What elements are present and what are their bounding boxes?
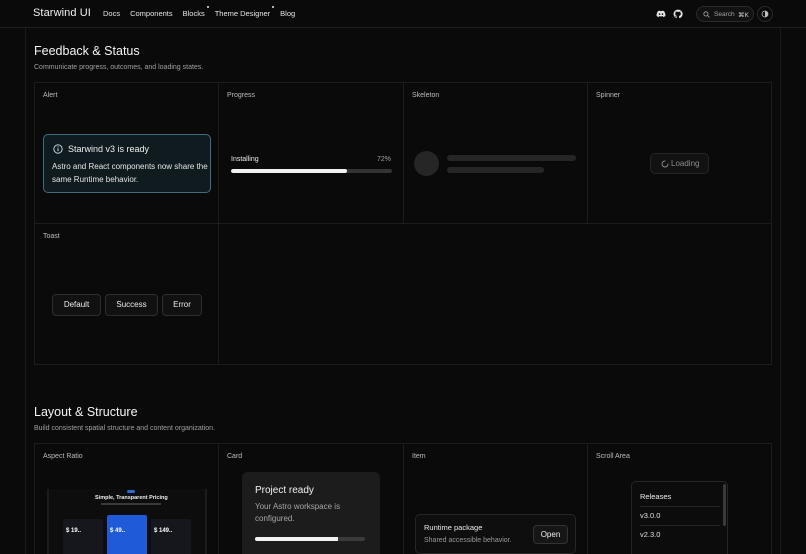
main-nav: Docs Components Blocks Theme Designer Bl… — [103, 6, 305, 18]
loading-button[interactable]: Loading — [650, 153, 709, 174]
nav-docs[interactable]: Docs — [103, 9, 120, 18]
alert-description: Astro and React components now share the… — [52, 162, 208, 184]
scroll-area[interactable]: Releases v3.0.0 v2.3.0 — [631, 481, 728, 554]
feedback-grid: Alert Starwind v3 is ready Astro and Rea… — [34, 82, 772, 365]
toast-default-button[interactable]: Default — [52, 294, 101, 316]
skeleton-line — [447, 167, 544, 173]
section-title-feedback: Feedback & Status — [34, 44, 140, 58]
item-title: Runtime package — [424, 523, 483, 532]
layout-grid: Aspect Ratio Simple, Transparent Pricing… — [34, 443, 772, 554]
card-demo-cell: Card Project ready Your Astro workspace … — [219, 444, 404, 554]
pricing-subtitle-line — [101, 503, 161, 505]
github-icon[interactable] — [673, 9, 683, 19]
skeleton-line — [447, 155, 576, 161]
info-icon — [53, 144, 63, 154]
section-description-layout: Build consistent spatial structure and c… — [34, 425, 215, 432]
scrollbar-thumb[interactable] — [723, 484, 726, 526]
skeleton-avatar — [414, 151, 439, 176]
cell-title: Spinner — [596, 92, 621, 99]
nav-theme-designer-label: Theme Designer — [214, 9, 271, 18]
cell-title: Toast — [43, 233, 60, 240]
progress-demo-cell: Progress Installing 72% — [219, 83, 404, 224]
section-title-layout: Layout & Structure — [34, 405, 138, 419]
nav-docs-label: Docs — [103, 9, 121, 18]
nav-blog[interactable]: Blog — [280, 9, 295, 18]
section-description-feedback: Communicate progress, outcomes, and load… — [34, 64, 204, 71]
open-button[interactable]: Open — [533, 525, 568, 544]
divider — [640, 506, 720, 507]
divider — [640, 525, 720, 526]
card-progress-fill — [255, 537, 338, 541]
pricing-plan-card: $ 149.. — [151, 519, 191, 554]
search-shortcut: ⌘K — [738, 12, 749, 19]
progress-fill — [231, 169, 347, 173]
toast-success-button[interactable]: Success — [105, 294, 158, 316]
progress-bar — [231, 169, 392, 173]
nav-blocks[interactable]: Blocks — [182, 6, 209, 18]
nav-blog-label: Blog — [280, 9, 296, 18]
scroll-area-title: Releases — [640, 492, 672, 501]
search-label: Search — [714, 11, 735, 18]
cell-title: Progress — [227, 92, 256, 99]
plan-price: $ 19.. — [66, 528, 82, 534]
nav-components-label: Components — [130, 9, 173, 18]
cell-title: Alert — [43, 92, 58, 99]
spinner-icon — [661, 160, 669, 168]
search-button[interactable]: Search ⌘K — [696, 6, 754, 22]
item-demo-cell: Item Runtime package Shared accessible b… — [404, 444, 588, 554]
top-navbar: Starwind UI Docs Components Blocks Theme… — [0, 0, 806, 28]
search-icon — [703, 11, 710, 18]
nav-theme-designer[interactable]: Theme Designer — [214, 6, 275, 18]
toast-demo-cell: Toast Default Success Error — [35, 224, 219, 365]
cell-title: Scroll Area — [596, 453, 630, 460]
aspect-ratio-demo-cell: Aspect Ratio Simple, Transparent Pricing… — [35, 444, 219, 554]
plan-price: $ 149.. — [154, 528, 173, 534]
new-indicator-dot — [272, 6, 275, 8]
plan-price: $ 49.. — [110, 528, 126, 534]
release-item: v2.3.0 — [640, 530, 661, 539]
nav-blocks-label: Blocks — [182, 9, 205, 18]
cell-title: Item — [412, 453, 426, 460]
theme-toggle-button[interactable] — [757, 6, 773, 22]
brand-logo[interactable]: Starwind UI — [33, 7, 91, 19]
cell-title: Aspect Ratio — [43, 453, 83, 460]
scroll-area-demo-cell: Scroll Area Releases v3.0.0 v2.3.0 — [588, 444, 772, 554]
cell-title: Skeleton — [412, 92, 440, 99]
new-indicator-dot — [206, 6, 209, 8]
pricing-plan-card: $ 19.. — [63, 519, 103, 554]
theme-icon — [761, 10, 769, 18]
nav-components[interactable]: Components — [130, 9, 173, 18]
card-title: Project ready — [255, 485, 314, 496]
alert: Starwind v3 is ready Astro and React com… — [43, 134, 211, 193]
aspect-ratio-image: Simple, Transparent Pricing $ 19.. $ 49.… — [47, 489, 207, 554]
skeleton-demo-cell: Skeleton — [404, 83, 588, 224]
discord-icon[interactable] — [656, 9, 666, 19]
progress-value: 72% — [376, 156, 391, 163]
item: Runtime package Shared accessible behavi… — [415, 514, 576, 554]
card-description: Your Astro workspace is configured. — [255, 502, 341, 523]
progress-label: Installing — [231, 156, 259, 163]
cell-title: Card — [227, 453, 243, 460]
pricing-title: Simple, Transparent Pricing — [95, 495, 168, 501]
alert-demo-cell: Alert Starwind v3 is ready Astro and Rea… — [35, 83, 219, 224]
loading-label: Loading — [671, 159, 700, 168]
spinner-demo-cell: Spinner Loading — [588, 83, 772, 224]
pricing-badge — [127, 490, 135, 493]
alert-title: Starwind v3 is ready — [68, 144, 150, 154]
pricing-plan-card-featured: $ 49.. — [107, 515, 147, 554]
release-item: v3.0.0 — [640, 511, 661, 520]
card-progress-bar — [255, 537, 365, 541]
item-description: Shared accessible behavior. — [424, 537, 512, 544]
toast-error-button[interactable]: Error — [162, 294, 202, 316]
project-card: Project ready Your Astro workspace is co… — [242, 472, 380, 554]
